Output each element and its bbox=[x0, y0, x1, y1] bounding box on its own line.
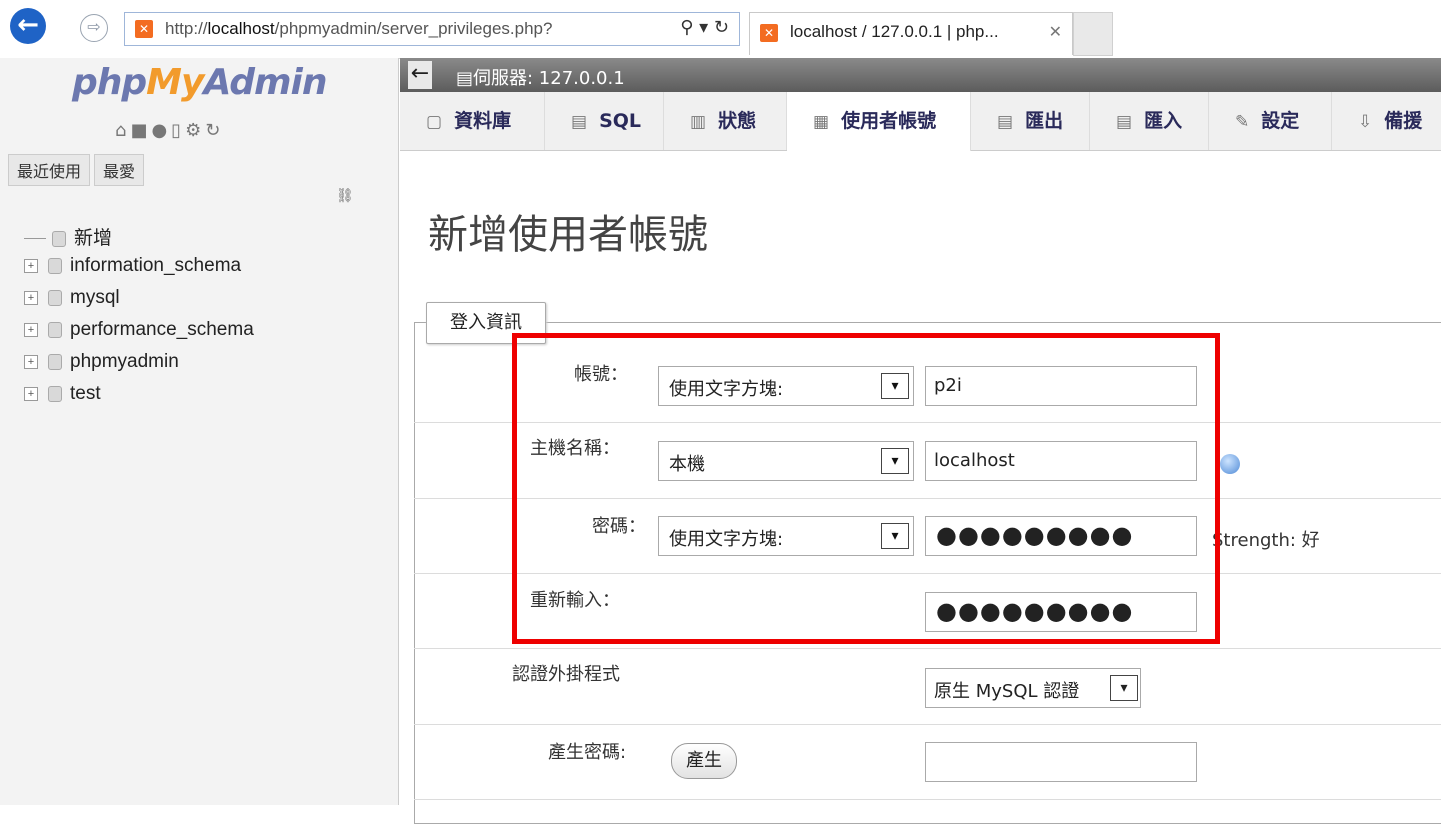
row-divider bbox=[414, 799, 1441, 800]
server-breadcrumb: ← ▤伺服器: 127.0.0.1 bbox=[400, 58, 1441, 92]
database-tree: 新增 + information_schema + mysql + performan… bbox=[24, 223, 254, 415]
tree-item-mysql[interactable]: + mysql bbox=[24, 287, 254, 319]
tab-export[interactable]: ▤ 匯出 bbox=[971, 92, 1090, 150]
database-icon bbox=[48, 385, 62, 402]
top-menu: ▢ 資料庫 ▤ SQL ▥ 狀態 ▦ 使用者帳號 ▤ 匯出 ▤ 匯入 ✎ 設定 ⇩ 備援 bbox=[400, 92, 1441, 151]
close-tab-icon[interactable]: ✕ bbox=[1049, 22, 1062, 41]
sql-icon: ▤ bbox=[571, 112, 588, 132]
row-divider bbox=[414, 648, 1441, 649]
server-icon: ▤ bbox=[456, 68, 474, 89]
new-tab-button[interactable] bbox=[1073, 12, 1113, 56]
back-button[interactable]: ← bbox=[10, 8, 46, 44]
database-icon bbox=[48, 289, 62, 306]
tab-status[interactable]: ▥ 狀態 bbox=[664, 92, 787, 150]
tab-import[interactable]: ▤ 匯入 bbox=[1090, 92, 1209, 150]
link-icon[interactable]: ⛓ bbox=[336, 188, 354, 204]
generated-password-input[interactable] bbox=[925, 742, 1197, 782]
highlight-box bbox=[512, 333, 1220, 644]
database-icon bbox=[48, 321, 62, 338]
database-icon bbox=[48, 257, 62, 274]
help-icon[interactable] bbox=[1220, 454, 1240, 474]
sidebar-tabs: 最近使用 最愛 bbox=[8, 154, 148, 186]
logout-icon[interactable]: ■ bbox=[130, 120, 151, 141]
chevron-down-icon[interactable]: ▾ bbox=[1110, 675, 1138, 701]
tree-item-phpmyadmin[interactable]: + phpmyadmin bbox=[24, 351, 254, 383]
replication-icon: ⇩ bbox=[1358, 112, 1373, 132]
gear-icon[interactable]: ⚙ bbox=[185, 120, 205, 141]
expand-icon[interactable]: + bbox=[24, 386, 38, 401]
tab-sql[interactable]: ▤ SQL bbox=[545, 92, 664, 150]
new-db-icon bbox=[52, 230, 66, 247]
tab-settings[interactable]: ✎ 設定 bbox=[1209, 92, 1332, 150]
tree-item-new[interactable]: 新增 bbox=[24, 223, 254, 255]
recent-tab[interactable]: 最近使用 bbox=[8, 154, 91, 186]
database-icon: ▢ bbox=[426, 112, 443, 132]
browser-toolbar: ← ⇨ ✕ http://localhost/phpmyadmin/server… bbox=[0, 0, 1441, 59]
tab-user-accounts[interactable]: ▦ 使用者帳號 bbox=[787, 92, 971, 151]
collapse-sidebar-icon[interactable]: ← bbox=[408, 61, 432, 89]
favorites-tab[interactable]: 最愛 bbox=[94, 154, 145, 186]
main-panel: ← ▤伺服器: 127.0.0.1 ▢ 資料庫 ▤ SQL ▥ 狀態 ▦ 使用者帳號 ▤… bbox=[400, 58, 1441, 824]
tree-item-performance-schema[interactable]: + performance_schema bbox=[24, 319, 254, 351]
page-title: 新增使用者帳號 bbox=[428, 212, 708, 258]
address-actions-icon[interactable]: ⚲ ▾ ↻ bbox=[680, 17, 729, 38]
docs-icon[interactable]: ▯ bbox=[171, 120, 185, 141]
generate-button[interactable]: 產生 bbox=[671, 743, 737, 779]
site-favicon-icon: ✕ bbox=[135, 20, 153, 38]
tab-replication[interactable]: ⇩ 備援 bbox=[1332, 92, 1441, 150]
wrench-icon: ✎ bbox=[1235, 112, 1250, 132]
tree-item-test[interactable]: + test bbox=[24, 383, 254, 415]
generate-password-label: 產生密碼: bbox=[548, 742, 627, 763]
address-text: http://localhost/phpmyadmin/server_privi… bbox=[165, 19, 553, 38]
status-icon: ▥ bbox=[690, 112, 707, 132]
database-icon bbox=[48, 353, 62, 370]
phpmyadmin-logo[interactable]: phpMyAdmin bbox=[72, 62, 327, 103]
expand-icon[interactable]: + bbox=[24, 354, 38, 369]
address-bar[interactable]: ✕ http://localhost/phpmyadmin/server_pri… bbox=[124, 12, 740, 46]
server-label[interactable]: ▤伺服器: 127.0.0.1 bbox=[456, 64, 625, 90]
quick-links: ⌂■●▯⚙↻ bbox=[115, 120, 224, 141]
export-icon: ▤ bbox=[997, 112, 1014, 132]
expand-icon[interactable]: + bbox=[24, 290, 38, 305]
browser-tab[interactable]: ✕ localhost / 127.0.0.1 | php... ✕ bbox=[749, 12, 1073, 55]
help-icon[interactable]: ● bbox=[151, 120, 171, 141]
row-divider bbox=[414, 724, 1441, 725]
tree-line-icon bbox=[24, 238, 46, 240]
tab-favicon-icon: ✕ bbox=[760, 24, 778, 42]
expand-icon[interactable]: + bbox=[24, 258, 38, 273]
reload-icon[interactable]: ↻ bbox=[205, 120, 224, 141]
tab-title: localhost / 127.0.0.1 | php... bbox=[790, 22, 999, 41]
navigation-sidebar: phpMyAdmin ⌂■●▯⚙↻ 最近使用 最愛 ⛓ 新增 + informati… bbox=[0, 58, 399, 805]
tree-item-information-schema[interactable]: + information_schema bbox=[24, 255, 254, 287]
auth-plugin-label: 認證外掛程式 bbox=[512, 664, 620, 685]
auth-plugin-select[interactable]: 原生 MySQL 認證 ▾ bbox=[925, 668, 1141, 708]
tab-databases[interactable]: ▢ 資料庫 bbox=[400, 92, 545, 150]
import-icon: ▤ bbox=[1116, 112, 1133, 132]
users-icon: ▦ bbox=[813, 112, 830, 132]
home-icon[interactable]: ⌂ bbox=[115, 120, 130, 141]
expand-icon[interactable]: + bbox=[24, 322, 38, 337]
forward-button[interactable]: ⇨ bbox=[80, 14, 108, 42]
password-strength: Strength: 好 bbox=[1212, 530, 1320, 551]
